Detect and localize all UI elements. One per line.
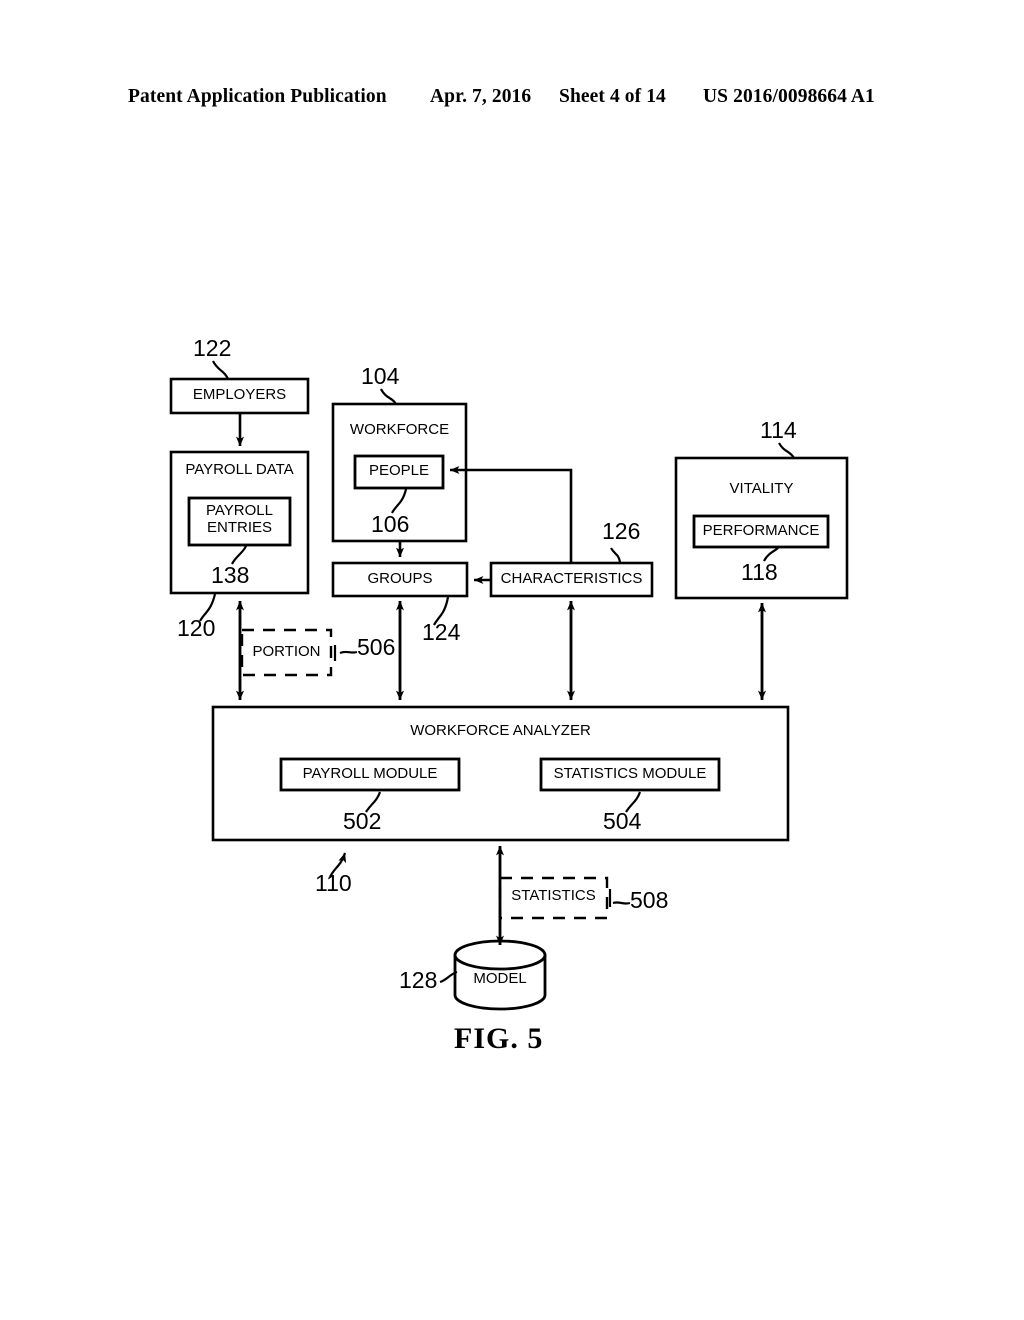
leader-126 — [610, 547, 622, 563]
refnum-502: 502 — [343, 808, 382, 834]
label-payroll-module: PAYROLL MODULE — [302, 765, 438, 782]
label-people: PEOPLE — [368, 462, 430, 479]
refnum-506: 506 — [357, 634, 396, 660]
label-workforce-analyzer: WORKFORCE ANALYZER — [410, 722, 591, 739]
refnum-138: 138 — [211, 562, 250, 588]
leader-506 — [339, 650, 358, 655]
label-characteristics: CHARACTERISTICS — [500, 570, 643, 587]
label-performance: PERFORMANCE — [702, 522, 820, 539]
label-payroll-entries-line2: ENTRIES — [206, 518, 272, 536]
figure-5-diagram: EMPLOYERS PAYROLL DATA PAYROLL ENTRIES W… — [0, 0, 1024, 1320]
refnum-122: 122 — [193, 335, 232, 361]
refnum-126: 126 — [602, 518, 641, 544]
leader-104 — [380, 388, 397, 405]
refnum-128: 128 — [399, 967, 438, 993]
label-payroll-entries: PAYROLL ENTRIES — [189, 502, 290, 537]
label-vitality: VITALITY — [729, 480, 794, 497]
refnum-508: 508 — [630, 887, 669, 913]
figure-caption: FIG. 5 — [454, 1022, 544, 1055]
refnum-504: 504 — [603, 808, 642, 834]
leader-122 — [212, 360, 230, 380]
label-statistics: STATISTICS — [511, 887, 596, 904]
leader-508 — [612, 901, 631, 905]
refnum-124: 124 — [422, 619, 461, 645]
label-workforce: WORKFORCE — [349, 421, 450, 438]
label-statistics-module: STATISTICS MODULE — [553, 765, 707, 782]
label-payroll-data: PAYROLL DATA — [185, 461, 294, 478]
label-groups: GROUPS — [367, 570, 433, 587]
label-portion: PORTION — [252, 643, 321, 660]
connector-characteristics-to-people — [449, 465, 573, 563]
patent-page: Patent Application Publication Apr. 7, 2… — [0, 0, 1024, 1320]
refnum-104: 104 — [361, 363, 400, 389]
refnum-106: 106 — [371, 511, 410, 537]
refnum-118: 118 — [741, 559, 778, 585]
label-employers: EMPLOYERS — [192, 386, 287, 403]
leader-114 — [778, 442, 795, 459]
label-payroll-entries-line1: PAYROLL — [206, 502, 273, 519]
leader-106 — [391, 488, 408, 514]
refnum-114: 114 — [760, 417, 797, 443]
refnum-120: 120 — [177, 615, 216, 641]
label-model: MODEL — [473, 970, 527, 987]
refnum-110: 110 — [315, 870, 352, 896]
